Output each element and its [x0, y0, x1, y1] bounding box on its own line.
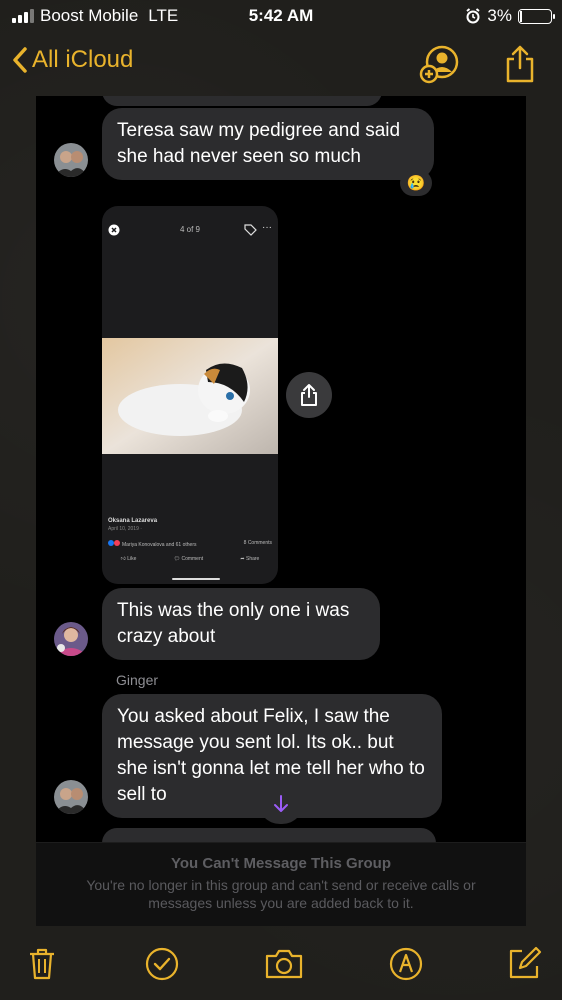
share-icon — [301, 384, 317, 406]
avatar — [54, 622, 88, 656]
battery-percent: 3% — [487, 6, 512, 25]
checklist-icon — [145, 947, 179, 981]
comment-action: 💬︎ Comment — [174, 556, 203, 568]
post-actions: 👍︎ Like 💬︎ Comment ➦ Share — [102, 556, 278, 568]
comment-icon: 💬︎ — [173, 556, 181, 562]
message-bubble: This was the only one i was crazy about — [102, 588, 380, 660]
reaction-badge: 😢 — [400, 170, 432, 196]
tag-icon — [244, 224, 257, 236]
back-label: All iCloud — [32, 46, 134, 73]
likes-summary: Mariya Konovalova and 61 others — [108, 540, 197, 548]
share-action: ➦ Share — [240, 556, 259, 568]
avatar-photo — [54, 622, 88, 656]
kitten-image — [102, 338, 278, 454]
trash-icon — [30, 948, 54, 980]
home-indicator — [172, 578, 220, 580]
avatar-photo — [54, 780, 88, 814]
poster-name: Oksana Lazareva — [108, 518, 158, 524]
alarm-icon — [466, 8, 481, 24]
chevron-left-icon — [13, 47, 27, 73]
nav-bar: All iCloud — [0, 40, 562, 90]
camera-icon — [265, 949, 303, 979]
removed-from-group-banner: You Can't Message This Group You're no l… — [36, 842, 526, 926]
share-label: Share — [246, 556, 260, 562]
markup-pen-icon — [389, 947, 423, 981]
share-icon[interactable] — [502, 44, 538, 84]
status-bar: Boost Mobile LTE 5:42 AM 3% — [0, 0, 562, 32]
avatar — [54, 143, 88, 177]
banner-title: You Can't Message This Group — [171, 855, 391, 872]
share-image-button[interactable] — [286, 372, 332, 418]
banner-body: You're no longer in this group and can't… — [86, 877, 476, 911]
avatar-photo — [54, 143, 88, 177]
battery-icon — [518, 8, 555, 24]
add-person-icon[interactable] — [418, 44, 462, 84]
poster-date: April 10, 2019 · — [108, 526, 142, 532]
thumbs-up-icon: 👍︎ — [120, 556, 126, 562]
shared-image[interactable]: 4 of 9 ··· Oksana Lazareva April 10, 201… — [102, 206, 278, 584]
share-arrow-icon: ➦ — [240, 556, 245, 562]
status-right: 3% — [465, 6, 555, 26]
markup-button[interactable] — [386, 944, 426, 984]
more-icon: ··· — [262, 222, 272, 233]
message-text: Teresa saw my pedigree and said she had … — [117, 120, 401, 167]
comments-count: 8 Comments — [243, 540, 272, 546]
bottom-toolbar — [0, 940, 562, 996]
like-label: Like — [127, 556, 137, 562]
avatar — [54, 780, 88, 814]
arrow-down-icon — [274, 795, 288, 812]
crying-face-icon: 😢 — [406, 175, 426, 192]
message-bubble: Teresa saw my pedigree and said she had … — [102, 108, 434, 180]
message-text: This was the only one i was crazy about — [117, 600, 350, 647]
checklist-button[interactable] — [142, 944, 182, 984]
like-action: 👍︎ Like — [121, 556, 137, 568]
camera-button[interactable] — [262, 944, 306, 984]
back-button[interactable]: All iCloud — [12, 46, 133, 74]
comment-label: Comment — [181, 556, 204, 562]
kitten-photo — [102, 338, 278, 454]
scroll-to-bottom-button[interactable] — [258, 784, 304, 824]
love-reaction-icon — [114, 540, 120, 546]
compose-icon — [509, 946, 542, 979]
photo-viewer-header: 4 of 9 ··· — [102, 222, 278, 238]
delete-button[interactable] — [22, 944, 62, 984]
likes-text: Mariya Konovalova and 61 others — [122, 542, 197, 548]
attached-chat-screenshot[interactable]: Teresa saw my pedigree and said she had … — [36, 96, 526, 926]
sender-name: Ginger — [116, 672, 159, 688]
previous-message-bubble — [102, 96, 382, 106]
compose-button[interactable] — [504, 944, 544, 984]
